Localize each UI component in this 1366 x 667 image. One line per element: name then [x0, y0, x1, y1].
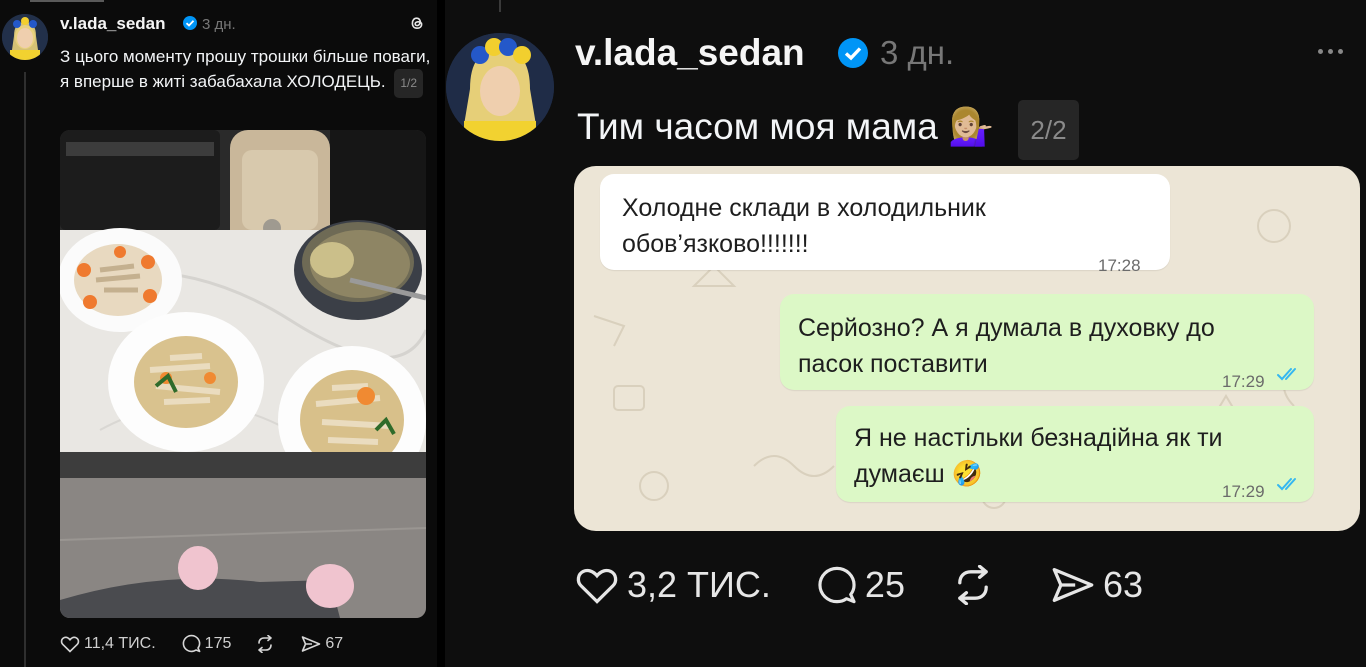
- share-button[interactable]: 63: [1051, 564, 1143, 606]
- message-text: Я не настільки безнадійна як ти: [854, 424, 1223, 452]
- repost-icon: [958, 565, 988, 605]
- share-icon: [1052, 567, 1094, 603]
- post-text: З цього моменту прошу трошки більше пова…: [60, 44, 432, 98]
- page-badge: 1/2: [394, 69, 424, 98]
- chat-message-incoming: Холодне склади в холодильник обов’язково…: [600, 174, 1170, 275]
- comment-button[interactable]: 175: [182, 634, 232, 653]
- like-count: 3,2 ТИС.: [627, 564, 771, 605]
- more-icon[interactable]: [1318, 41, 1348, 59]
- left-post: v.lada_sedan 3 дн. З цього моменту прошу…: [0, 0, 437, 667]
- post-actions: 3,2 ТИС. 25 63: [575, 564, 1143, 606]
- like-button[interactable]: 3,2 ТИС.: [575, 564, 771, 606]
- message-text: Серйозно? А я думала в духовку до: [798, 314, 1215, 342]
- verified-icon: [183, 16, 197, 30]
- thread-line: [24, 72, 26, 667]
- message-time: 17:29: [1222, 482, 1265, 501]
- read-receipt-icon: [1277, 478, 1296, 491]
- chat-screenshot: Холодне склади в холодильник обов’язково…: [574, 166, 1360, 531]
- repost-icon: [258, 634, 273, 653]
- username[interactable]: v.lada_sedan: [60, 14, 166, 34]
- message-text: обов’язково!!!!!!!: [622, 230, 809, 258]
- top-divider: [30, 0, 104, 2]
- comment-icon: [182, 634, 201, 653]
- message-text: пасок поставити: [798, 350, 988, 378]
- thread-line-top: [499, 0, 501, 12]
- post-actions: 11,4 ТИС. 175 67: [60, 634, 343, 653]
- verified-icon: [838, 38, 868, 68]
- chat-message-outgoing: Я не настільки безнадійна як ти думаєш 🤣…: [836, 406, 1314, 502]
- comment-count: 175: [204, 634, 232, 652]
- share-button[interactable]: 67: [301, 635, 343, 653]
- post-photo[interactable]: [60, 130, 426, 618]
- page-badge: 2/2: [1018, 100, 1079, 160]
- repost-button[interactable]: [255, 634, 275, 653]
- username[interactable]: v.lada_sedan: [575, 32, 805, 74]
- like-button[interactable]: 11,4 ТИС.: [60, 635, 156, 653]
- repost-button[interactable]: [951, 565, 995, 605]
- message-time: 17:29: [1222, 372, 1265, 391]
- comment-icon: [818, 566, 856, 604]
- avatar[interactable]: [2, 14, 48, 60]
- chat-message-outgoing: Серйозно? А я думала в духовку до пасок …: [780, 294, 1314, 391]
- share-count: 63: [1102, 564, 1144, 605]
- post-time: 3 дн.: [880, 34, 955, 71]
- share-icon: [302, 635, 321, 652]
- message-text: Холодне склади в холодильник: [622, 194, 986, 222]
- comment-count: 25: [864, 564, 905, 605]
- threads-logo-icon[interactable]: [408, 14, 426, 32]
- like-count: 11,4 ТИС.: [84, 634, 156, 652]
- heart-icon: [576, 568, 618, 604]
- heart-icon: [60, 636, 80, 653]
- share-count: 67: [325, 634, 344, 652]
- post-text: Тим часом моя мама 💁🏼‍♀️ 2/2: [577, 100, 1079, 160]
- message-text: думаєш 🤣: [854, 460, 983, 488]
- message-time: 17:28: [1098, 256, 1141, 275]
- read-receipt-icon: [1277, 368, 1296, 381]
- avatar[interactable]: [446, 33, 554, 141]
- comment-button[interactable]: 25: [817, 564, 905, 606]
- post-time: 3 дн.: [202, 16, 236, 33]
